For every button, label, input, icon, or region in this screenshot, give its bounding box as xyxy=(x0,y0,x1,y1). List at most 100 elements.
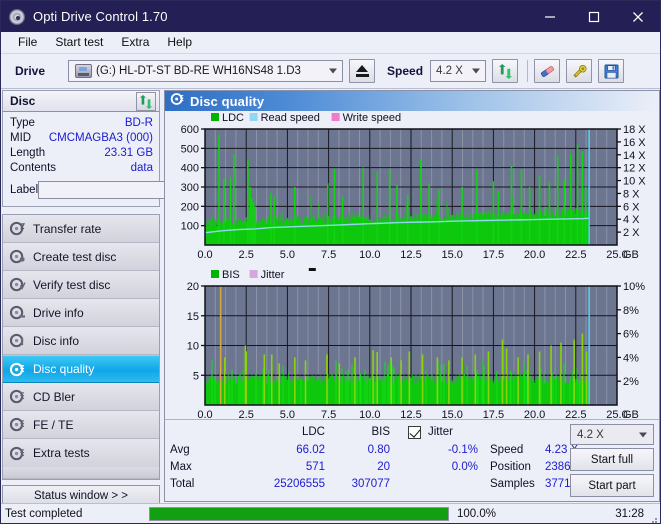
refresh-icon xyxy=(139,94,153,109)
drive-info-icon xyxy=(9,305,26,320)
chevron-down-icon xyxy=(639,432,647,437)
disc-refresh-button[interactable] xyxy=(136,92,156,111)
test-speed-value: 4.2 X xyxy=(577,428,604,441)
sidebar-item-cd-bler[interactable]: CD Bler xyxy=(3,383,159,411)
content-header: Disc quality xyxy=(165,91,659,111)
bis-jitter-chart-svg: BIS Jitter51015202%4%6%8%10%0.0 2.5 5.0 7.5 1… xyxy=(187,267,645,421)
refresh-icon xyxy=(498,63,512,79)
disc-label-label: Label xyxy=(10,184,39,196)
svg-text:0.0: 0.0 xyxy=(197,249,212,261)
drive-icon xyxy=(75,64,93,78)
svg-text:5: 5 xyxy=(193,370,199,382)
stats-total-bis: 307077 xyxy=(351,478,390,490)
svg-text:8 X: 8 X xyxy=(623,188,640,200)
disc-create-icon xyxy=(9,249,26,264)
stats-row-max-label: Max xyxy=(170,461,192,473)
window-title: Opti Drive Control 1.70 xyxy=(33,9,168,24)
disc-length-value: 23.31 GB xyxy=(104,147,153,159)
save-icon xyxy=(604,64,619,78)
resize-grip-icon[interactable] xyxy=(648,511,658,523)
svg-text:17.5: 17.5 xyxy=(483,249,504,261)
ldc-chart: LDC Read speed Write speed 100 200 300 400 500 6… xyxy=(165,111,659,268)
disc-panel-title: Disc xyxy=(10,94,36,108)
svg-text:600: 600 xyxy=(181,124,199,136)
sidebar-item-drive-info[interactable]: Drive info xyxy=(3,299,159,327)
minimize-icon[interactable] xyxy=(528,1,572,32)
svg-text:LDC: LDC xyxy=(222,112,244,124)
svg-text:8%: 8% xyxy=(623,305,639,317)
sidebar-item-disc-info[interactable]: Disc info xyxy=(3,327,159,355)
erase-button[interactable] xyxy=(534,59,561,83)
menu-item-file[interactable]: File xyxy=(9,33,46,52)
eject-icon xyxy=(356,65,369,72)
app-disc-icon xyxy=(9,8,25,25)
disc-mid-value: CMCMAGBA3 (000) xyxy=(48,132,153,144)
disc-panel-body: Type BD-R MID CMCMAGBA3 (000) Length 23.… xyxy=(2,112,243,207)
close-icon[interactable] xyxy=(616,1,660,32)
chevron-down-icon xyxy=(472,68,481,74)
elapsed-time: 31:28 xyxy=(615,507,644,520)
disc-type-label: Type xyxy=(10,117,35,129)
svg-text:200: 200 xyxy=(181,201,199,213)
maximize-icon[interactable] xyxy=(572,1,616,32)
start-part-button[interactable]: Start part xyxy=(570,474,654,497)
tools-button[interactable] xyxy=(566,59,593,83)
progress-bar-fill xyxy=(150,507,448,520)
svg-text:2%: 2% xyxy=(623,376,639,388)
disc-panel-header: Disc xyxy=(2,90,160,112)
svg-text:Read speed: Read speed xyxy=(261,112,320,124)
sidebar-item-fe-te[interactable]: FE / TE xyxy=(3,411,159,439)
sidebar-item-verify-test-disc[interactable]: Verify test disc xyxy=(3,271,159,299)
eject-icon-bar xyxy=(355,74,369,77)
stats-total-ldc: 25206555 xyxy=(273,478,325,490)
sidebar-item-label: Disc quality xyxy=(33,362,95,376)
test-speed-select[interactable]: 4.2 X xyxy=(570,424,654,445)
sidebar-item-create-test-disc[interactable]: Create test disc xyxy=(3,243,159,271)
refresh-button[interactable] xyxy=(492,59,519,83)
svg-text:10 X: 10 X xyxy=(623,176,646,188)
content-panel: Disc quality LDC Read speed Write speed 100… xyxy=(164,90,660,502)
toolbar-divider xyxy=(527,60,529,82)
sidebar-item-extra-tests[interactable]: Extra tests xyxy=(3,439,159,467)
svg-text:Write speed: Write speed xyxy=(343,112,402,124)
disc-type-value: BD-R xyxy=(124,117,153,129)
stats-panel: LDC BIS Avg Max Total 66.02 571 25206555… xyxy=(165,419,659,501)
drive-select[interactable]: (G:) HL-DT-ST BD-RE WH16NS48 1.D3 xyxy=(68,60,344,82)
disc-info-icon xyxy=(9,333,26,348)
svg-text:12 X: 12 X xyxy=(623,163,646,175)
drive-toolbar: Drive (G:) HL-DT-ST BD-RE WH16NS48 1.D3 … xyxy=(1,54,660,89)
eject-button[interactable] xyxy=(349,59,376,83)
menu-item-start-test[interactable]: Start test xyxy=(46,33,112,52)
save-button[interactable] xyxy=(598,59,625,83)
svg-text:300: 300 xyxy=(181,182,199,194)
stats-max-ldc: 571 xyxy=(305,461,325,473)
tools-icon xyxy=(572,64,587,78)
progress-percent: 100.0% xyxy=(457,507,497,520)
disc-mid-label: MID xyxy=(10,132,32,144)
jitter-label: Jitter xyxy=(428,426,453,438)
position-stat-label: Position xyxy=(490,461,531,473)
svg-text:4 X: 4 X xyxy=(623,214,640,226)
menu-item-help[interactable]: Help xyxy=(158,33,201,52)
disc-row-contents: Contents data xyxy=(10,161,153,176)
svg-text:15.0: 15.0 xyxy=(441,249,462,261)
stats-avg-ldc: 66.02 xyxy=(296,444,325,456)
stats-row-total-label: Total xyxy=(170,478,195,490)
svg-text:12.5: 12.5 xyxy=(400,249,421,261)
disc-contents-value: data xyxy=(130,162,153,174)
window-controls xyxy=(528,1,660,32)
app-window: Opti Drive Control 1.70 File Start test … xyxy=(0,0,661,524)
stats-col-bis: BIS xyxy=(371,426,390,438)
svg-text:18 X: 18 X xyxy=(623,124,646,136)
svg-text:500: 500 xyxy=(181,143,199,155)
menu-item-extra[interactable]: Extra xyxy=(112,33,158,52)
jitter-checkbox[interactable] xyxy=(408,426,421,439)
disc-contents-label: Contents xyxy=(10,162,57,174)
svg-text:10.0: 10.0 xyxy=(359,249,380,261)
start-full-button[interactable]: Start full xyxy=(570,448,654,471)
sidebar-item-transfer-rate[interactable]: Transfer rate xyxy=(3,215,159,243)
status-message: Test completed xyxy=(5,507,83,520)
speed-select[interactable]: 4.2 X xyxy=(430,60,487,82)
disc-label-row: Label xyxy=(10,180,243,200)
sidebar-item-disc-quality[interactable]: Disc quality xyxy=(3,355,159,383)
